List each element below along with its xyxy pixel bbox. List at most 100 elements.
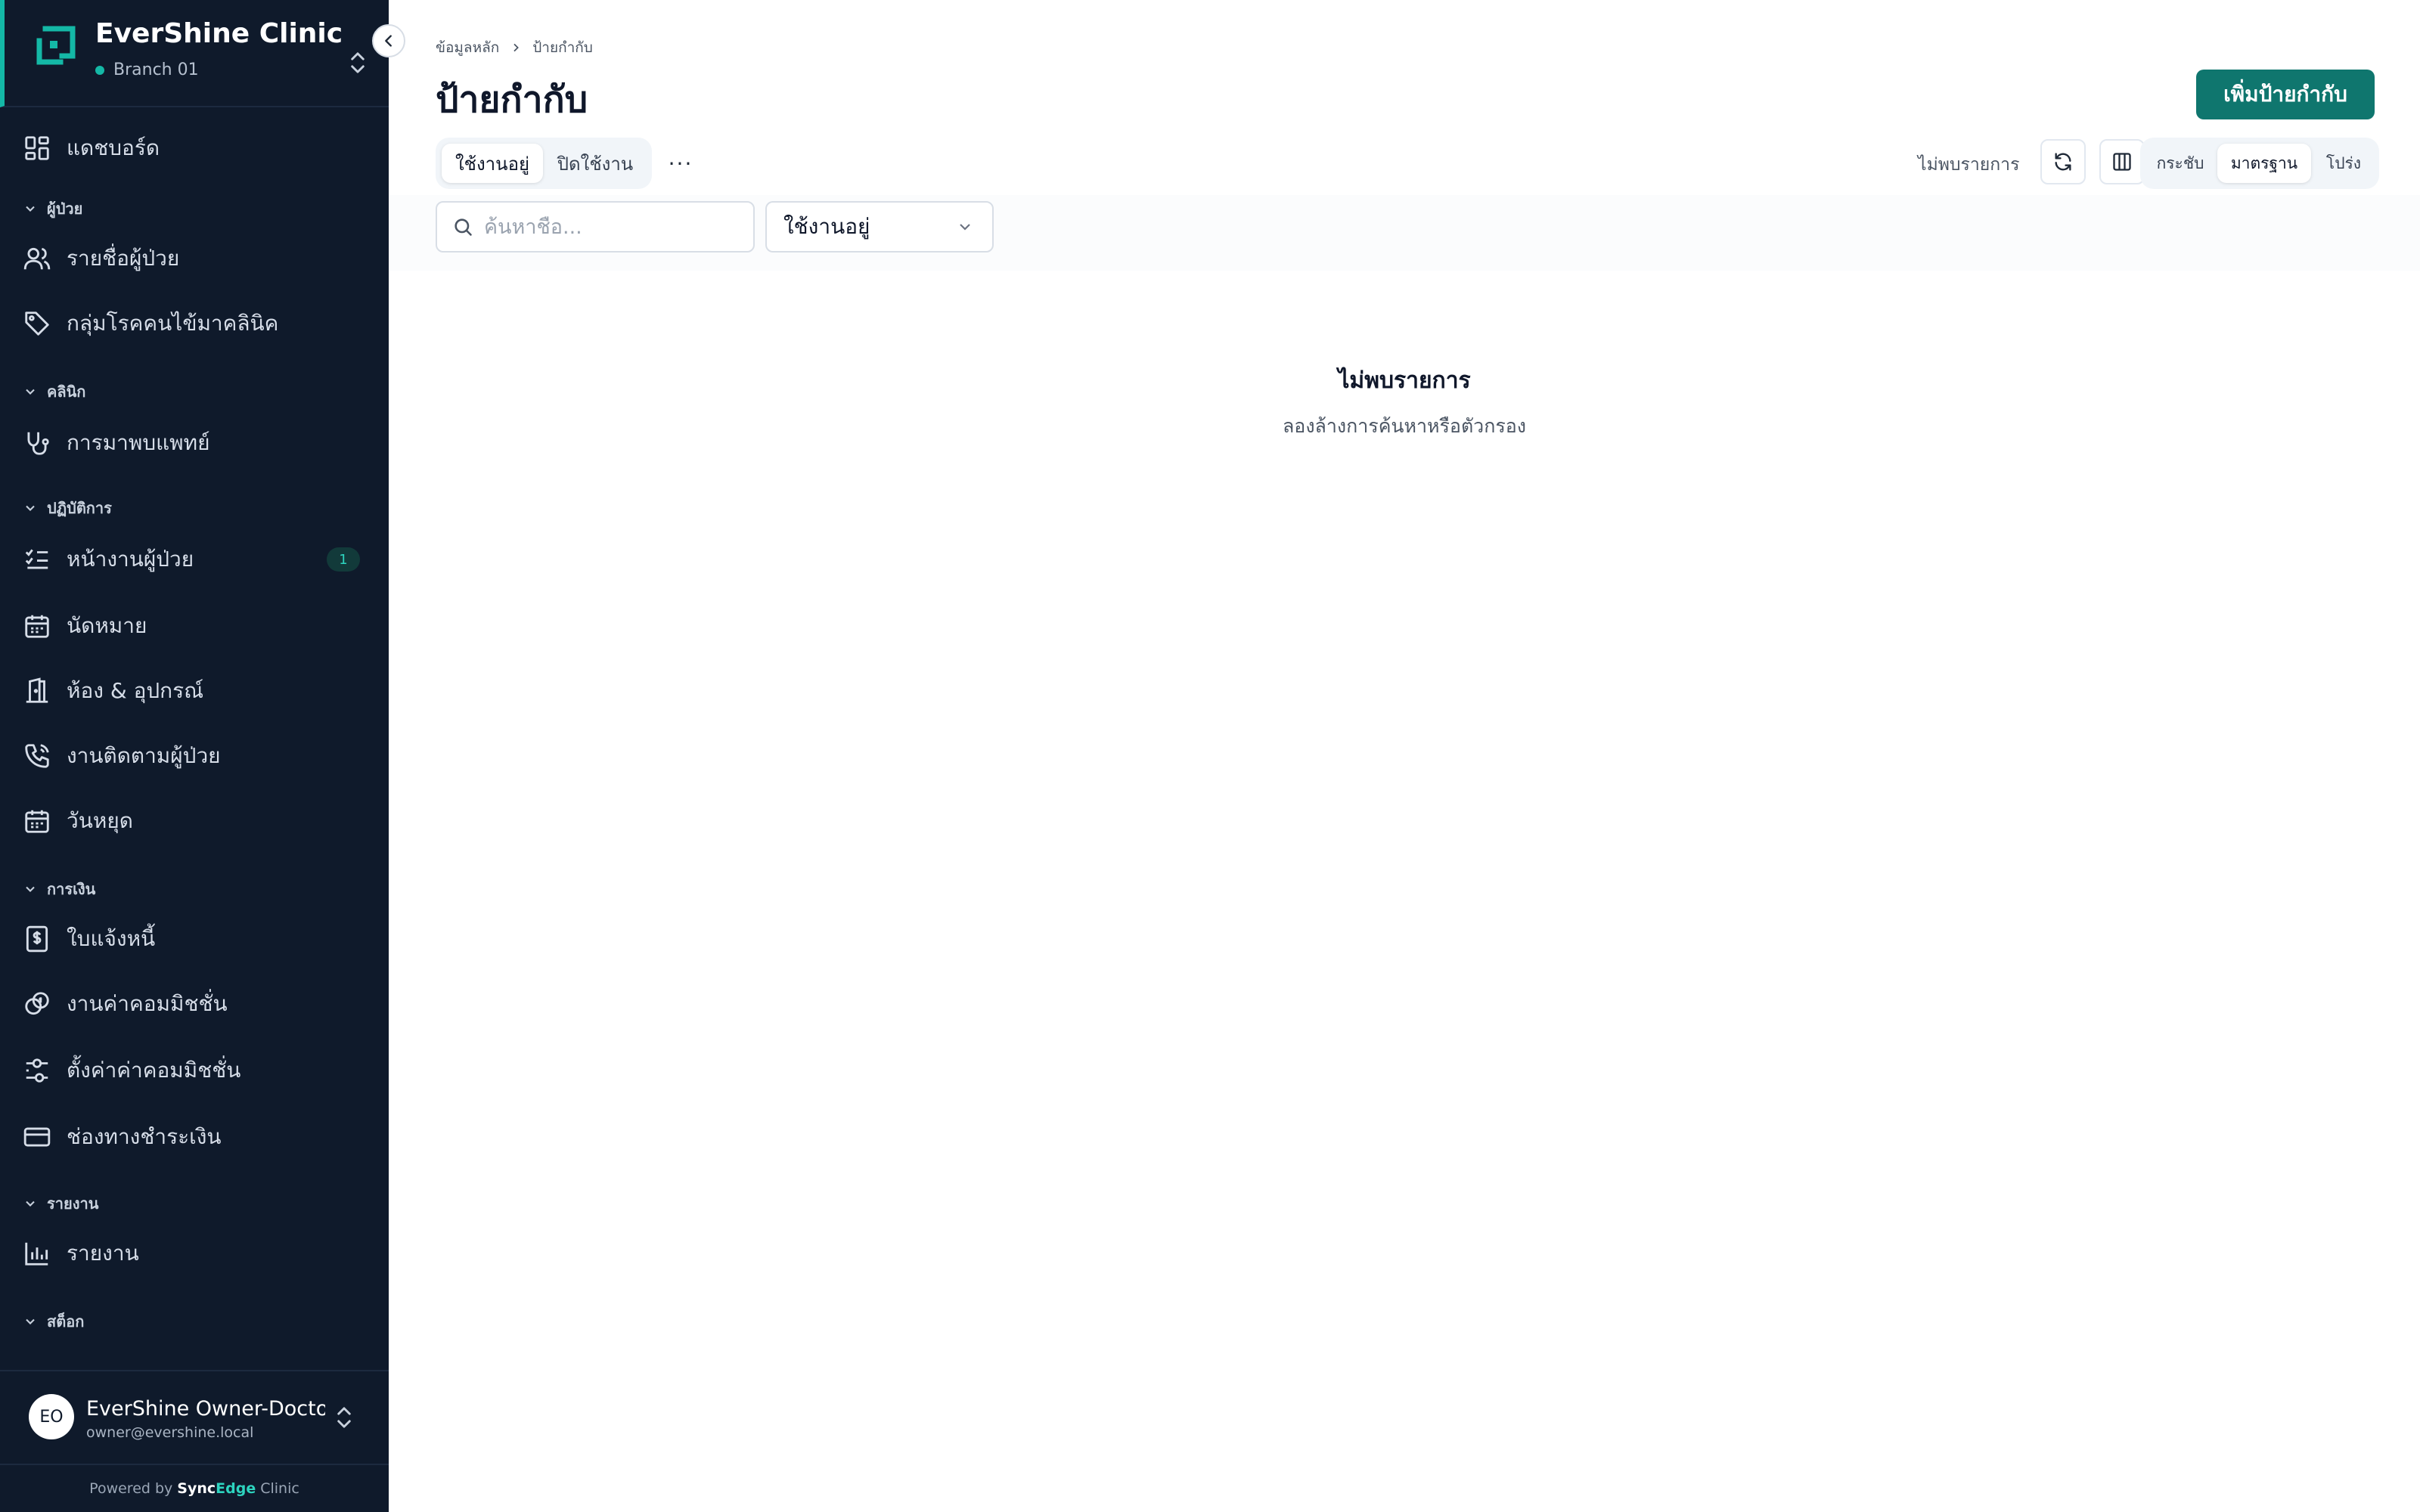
branch-status-dot bbox=[95, 65, 104, 75]
checklist-icon bbox=[25, 549, 48, 569]
user-name: EverShine Owner-Doctor bbox=[86, 1397, 325, 1421]
credit-card-icon bbox=[23, 1127, 51, 1147]
search-field[interactable] bbox=[436, 201, 755, 253]
page-title: ป้ายกำกับ bbox=[436, 79, 588, 121]
sidebar-item-patient-queue[interactable]: หน้างานผู้ป่วย 1 bbox=[0, 535, 389, 584]
sidebar-item-label: รายชื่อผู้ป่วย bbox=[67, 246, 180, 271]
sidebar-item-disease-groups[interactable]: กลุ่มโรคคนไข้มาคลินิค bbox=[0, 299, 389, 348]
dashboard-icon bbox=[25, 136, 49, 160]
branch-selector[interactable]: Branch 01 bbox=[95, 60, 199, 79]
columns-button[interactable] bbox=[2099, 139, 2145, 184]
invoice-icon bbox=[26, 925, 48, 953]
refresh-button[interactable] bbox=[2040, 139, 2086, 184]
queue-count-badge: 1 bbox=[327, 547, 360, 572]
user-menu[interactable]: EO EverShine Owner-Doctor owner@evershin… bbox=[0, 1370, 389, 1464]
sidebar-item-label: งานค่าคอมมิชชั่น bbox=[67, 991, 228, 1016]
chevron-down-icon bbox=[26, 505, 35, 511]
sidebar-item-label: กลุ่มโรคคนไข้มาคลินิค bbox=[67, 311, 279, 336]
phone-icon bbox=[25, 744, 49, 768]
chevron-down-icon bbox=[26, 1318, 35, 1325]
calendar-icon bbox=[25, 615, 49, 638]
sidebar-item-label: ใบแจ้งหนี้ bbox=[67, 926, 156, 951]
sidebar-item-commission-jobs[interactable]: งานค่าคอมมิชชั่น bbox=[0, 980, 389, 1028]
add-label-button[interactable]: เพิ่มป้ายกำกับ bbox=[2196, 70, 2375, 119]
search-input[interactable] bbox=[484, 215, 741, 239]
stethoscope-icon bbox=[27, 432, 49, 455]
syncedge-brand: SyncEdge bbox=[177, 1480, 256, 1497]
tag-icon bbox=[25, 311, 49, 336]
refresh-icon bbox=[2055, 153, 2071, 171]
sidebar-item-label: หน้างานผู้ป่วย bbox=[67, 547, 194, 572]
chevrons-updown-icon[interactable] bbox=[333, 1405, 355, 1430]
sidebar-section-patients[interactable]: ผู้ป่วย bbox=[23, 197, 82, 221]
sidebar-item-payment-channels[interactable]: ช่องทางชำระเงิน bbox=[0, 1113, 389, 1161]
sidebar-item-rooms-equipment[interactable]: ห้อง & อุปกรณ์ bbox=[0, 667, 389, 715]
sidebar-item-label: แดชบอร์ด bbox=[67, 135, 160, 160]
sidebar-item-commission-settings[interactable]: ตั้งค่าค่าคอมมิชชั่น bbox=[0, 1046, 389, 1095]
sidebar: EverShine Clinic Branch 01 แดชบอร์ด ผู้ป… bbox=[0, 0, 389, 1512]
chevron-down-icon bbox=[26, 206, 35, 212]
collapse-sidebar-button[interactable] bbox=[372, 24, 405, 57]
empty-state-subtitle: ลองล้างการค้นหาหรือตัวกรอง bbox=[1282, 415, 1527, 437]
brand-header[interactable]: EverShine Clinic Branch 01 bbox=[0, 0, 389, 107]
sidebar-item-label: รายงาน bbox=[67, 1241, 139, 1266]
sidebar-section-reports[interactable]: รายงาน bbox=[23, 1191, 98, 1216]
bar-chart-icon bbox=[25, 1242, 48, 1266]
sidebar-item-invoices[interactable]: ใบแจ้งหนี้ bbox=[0, 915, 389, 963]
coins-icon bbox=[25, 992, 49, 1015]
main-content: ข้อมูลหลัก ป้ายกำกับ ป้ายกำกับ เพิ่มป้าย… bbox=[389, 0, 2420, 1512]
empty-state-title: ไม่พบรายการ bbox=[1338, 367, 1471, 394]
calendar-icon bbox=[25, 810, 49, 833]
search-icon bbox=[455, 218, 472, 236]
breadcrumb-link-master-data[interactable]: ข้อมูลหลัก bbox=[436, 36, 499, 59]
sidebar-item-reports[interactable]: รายงาน bbox=[0, 1229, 389, 1278]
user-email: owner@evershine.local bbox=[86, 1424, 254, 1441]
sidebar-item-label: นัดหมาย bbox=[67, 613, 147, 638]
sidebar-item-dashboard[interactable]: แดชบอร์ด bbox=[0, 124, 389, 172]
status-tabs: ใช้งานอยู่ ปิดใช้งาน bbox=[436, 138, 652, 189]
powered-by-footer: Powered by SyncEdge Clinic bbox=[0, 1464, 389, 1512]
sidebar-item-label: งานติดตามผู้ป่วย bbox=[67, 743, 221, 768]
chevron-left-icon bbox=[385, 35, 392, 47]
sliders-icon bbox=[26, 1058, 48, 1083]
sidebar-item-label: วันหยุด bbox=[67, 808, 133, 833]
tab-active[interactable]: ใช้งานอยู่ bbox=[442, 144, 543, 183]
sidebar-item-appointments[interactable]: นัดหมาย bbox=[0, 602, 389, 650]
chevron-down-icon bbox=[26, 886, 35, 892]
sidebar-item-patient-list[interactable]: รายชื่อผู้ป่วย bbox=[0, 234, 389, 283]
tab-disabled[interactable]: ปิดใช้งาน bbox=[544, 144, 646, 183]
breadcrumb: ข้อมูลหลัก ป้ายกำกับ bbox=[436, 36, 593, 59]
sidebar-section-finance[interactable]: การเงิน bbox=[23, 877, 95, 901]
sidebar-section-operations[interactable]: ปฏิบัติการ bbox=[23, 496, 112, 520]
status-filter-value: ใช้งานอยู่ bbox=[783, 214, 870, 239]
chevron-right-icon bbox=[513, 43, 520, 52]
chevron-down-icon bbox=[960, 224, 970, 231]
sidebar-item-label: ตั้งค่าค่าคอมมิชชั่น bbox=[67, 1058, 241, 1083]
sidebar-section-clinic[interactable]: คลินิก bbox=[23, 380, 85, 404]
status-filter-select[interactable]: ใช้งานอยู่ bbox=[765, 201, 994, 253]
more-options-button[interactable]: ··· bbox=[662, 148, 699, 178]
sidebar-item-patient-followup[interactable]: งานติดตามผู้ป่วย bbox=[0, 732, 389, 780]
columns-icon bbox=[2113, 153, 2131, 171]
users-icon bbox=[23, 247, 51, 270]
density-compact[interactable]: กระชับ bbox=[2146, 144, 2214, 183]
sidebar-item-label: ช่องทางชำระเงิน bbox=[67, 1124, 222, 1149]
chevron-down-icon bbox=[26, 389, 35, 395]
sidebar-item-label: ห้อง & อุปกรณ์ bbox=[67, 678, 204, 703]
density-standard[interactable]: มาตรฐาน bbox=[2217, 144, 2311, 183]
clinic-name: EverShine Clinic bbox=[95, 18, 343, 49]
chevrons-updown-icon[interactable] bbox=[346, 50, 369, 76]
sidebar-item-label: การมาพบแพทย์ bbox=[67, 430, 210, 455]
density-toggle: กระชับ มาตรฐาน โปร่ง bbox=[2140, 138, 2379, 189]
door-icon bbox=[26, 677, 48, 703]
chevron-down-icon bbox=[26, 1201, 35, 1207]
branch-name: Branch 01 bbox=[113, 60, 199, 79]
clinic-logo-icon bbox=[36, 26, 76, 65]
result-count-text: ไม่พบรายการ bbox=[1918, 155, 2020, 175]
sidebar-item-holidays[interactable]: วันหยุด bbox=[0, 797, 389, 845]
density-relaxed[interactable]: โปร่ง bbox=[2314, 144, 2373, 183]
sidebar-section-stock[interactable]: สต็อก bbox=[23, 1309, 84, 1334]
breadcrumb-current: ป้ายกำกับ bbox=[532, 39, 593, 56]
sidebar-item-doctor-visits[interactable]: การมาพบแพทย์ bbox=[0, 419, 389, 467]
avatar: EO bbox=[29, 1394, 74, 1439]
